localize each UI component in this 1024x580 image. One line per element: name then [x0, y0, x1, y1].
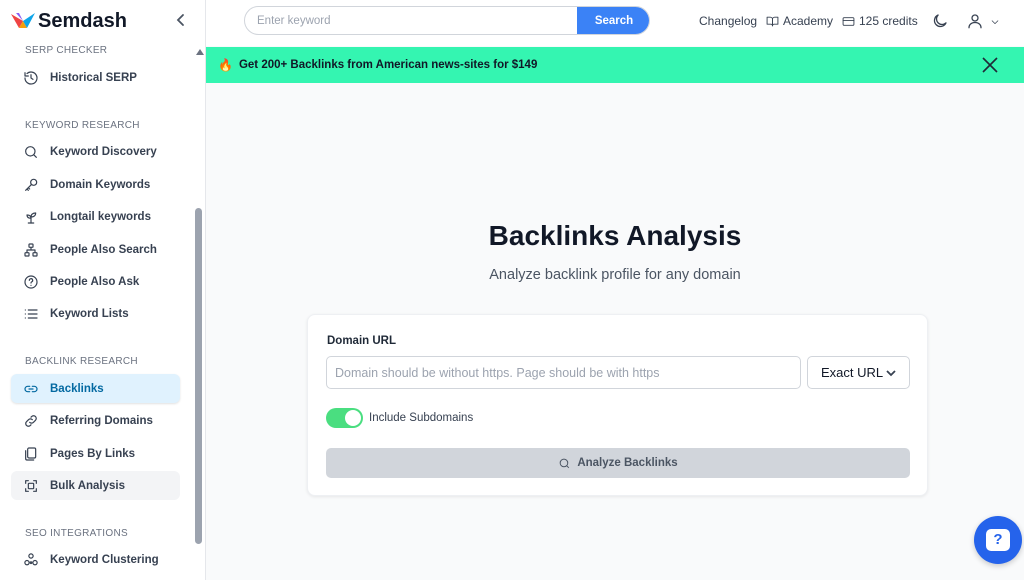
- section-backlink-research: BACKLINK RESEARCH: [25, 356, 138, 367]
- section-serp-checker: SERP CHECKER: [25, 45, 108, 56]
- section-seo-integrations: SEO INTEGRATIONS: [25, 528, 128, 539]
- sidebar-item-keyword-lists[interactable]: Keyword Lists: [11, 299, 180, 328]
- plant-icon: [26, 211, 37, 224]
- sidebar-item-domain-keywords[interactable]: Domain Keywords: [11, 170, 180, 199]
- credit-card-icon: [842, 16, 855, 26]
- sidebar-item-referring-domains[interactable]: Referring Domains: [11, 406, 180, 435]
- promo-banner-text[interactable]: 🔥 Get 200+ Backlinks from American news-…: [218, 58, 537, 72]
- chevron-down-icon: [886, 370, 896, 377]
- sidebar-item-pages-by-links[interactable]: Pages By Links: [11, 439, 180, 468]
- sidebar-item-keyword-clustering[interactable]: Keyword Clustering: [11, 545, 180, 574]
- academy-link[interactable]: Academy: [766, 14, 833, 28]
- link-icon: [24, 385, 38, 392]
- changelog-link[interactable]: Changelog: [699, 14, 757, 28]
- sidebar-item-people-also-search[interactable]: People Also Search: [11, 235, 180, 264]
- close-icon: [982, 57, 998, 73]
- credits-link[interactable]: 125 credits: [842, 14, 918, 28]
- url-mode-select[interactable]: Exact URL: [807, 356, 910, 389]
- dark-mode-toggle[interactable]: [931, 12, 949, 30]
- book-icon: [766, 16, 779, 26]
- moon-icon: [933, 14, 947, 28]
- brand-name: Semdash: [38, 9, 127, 32]
- sidebar-item-bulk-analysis[interactable]: Bulk Analysis: [11, 471, 180, 500]
- key-icon: [25, 178, 38, 191]
- brand[interactable]: Semdash: [10, 8, 127, 34]
- toggle-knob: [345, 410, 361, 426]
- topbar: Search Changelog Academy 125 credits: [206, 0, 1024, 46]
- sitemap-icon: [24, 242, 38, 257]
- sidebar-item-keyword-discovery[interactable]: Keyword Discovery: [11, 137, 180, 166]
- domain-url-input[interactable]: [326, 356, 801, 389]
- list-icon: [24, 308, 38, 319]
- question-circle-icon: [24, 274, 38, 289]
- user-icon: [968, 14, 982, 29]
- history-icon: [24, 70, 38, 85]
- include-subdomains-label: Include Subdomains: [369, 412, 474, 424]
- backlinks-form-card: Domain URL Exact URL Include Subdomains …: [307, 314, 928, 496]
- sidebar-item-backlinks[interactable]: Backlinks: [11, 374, 180, 403]
- search-icon: [559, 458, 570, 468]
- section-keyword-research: KEYWORD RESEARCH: [25, 120, 140, 131]
- sidebar-scrollbar[interactable]: [195, 208, 202, 544]
- chevron-down-icon: [991, 20, 999, 25]
- include-subdomains-toggle[interactable]: [326, 408, 363, 428]
- promo-banner: 🔥 Get 200+ Backlinks from American news-…: [206, 47, 1024, 83]
- question-icon: ?: [986, 529, 1010, 551]
- search-button[interactable]: Search: [577, 7, 649, 34]
- url-mode-value: Exact URL: [821, 365, 884, 380]
- sidebar: Semdash SERP CHECKER Historical SERP KEY…: [0, 0, 206, 580]
- sidebar-item-historical-serp[interactable]: Historical SERP: [11, 63, 180, 92]
- page-title: Backlinks Analysis: [488, 220, 742, 251]
- chain-link-icon: [25, 414, 37, 427]
- sidebar-item-longtail-keywords[interactable]: Longtail keywords: [11, 202, 180, 231]
- keyword-search-input[interactable]: [245, 7, 577, 34]
- search-icon: [25, 145, 37, 158]
- semdash-logo-icon: [11, 13, 35, 28]
- page-subtitle: Analyze backlink profile for any domain: [489, 267, 741, 283]
- fire-icon: 🔥: [218, 58, 233, 72]
- sidebar-nav: SERP CHECKER Historical SERP KEYWORD RES…: [0, 40, 196, 580]
- domain-url-label: Domain URL: [327, 335, 396, 347]
- keyword-search: Search: [244, 6, 650, 35]
- chevron-left-icon[interactable]: [174, 12, 188, 28]
- scan-icon: [25, 479, 37, 492]
- scroll-up-arrow-icon[interactable]: [196, 49, 204, 55]
- close-banner-button[interactable]: [982, 57, 998, 73]
- pages-icon: [25, 446, 37, 461]
- sidebar-item-people-also-ask[interactable]: People Also Ask: [11, 267, 180, 296]
- analyze-backlinks-button[interactable]: Analyze Backlinks: [326, 448, 910, 478]
- cluster-icon: [24, 552, 38, 565]
- user-menu[interactable]: [966, 12, 1002, 30]
- help-chat-button[interactable]: ?: [974, 516, 1022, 564]
